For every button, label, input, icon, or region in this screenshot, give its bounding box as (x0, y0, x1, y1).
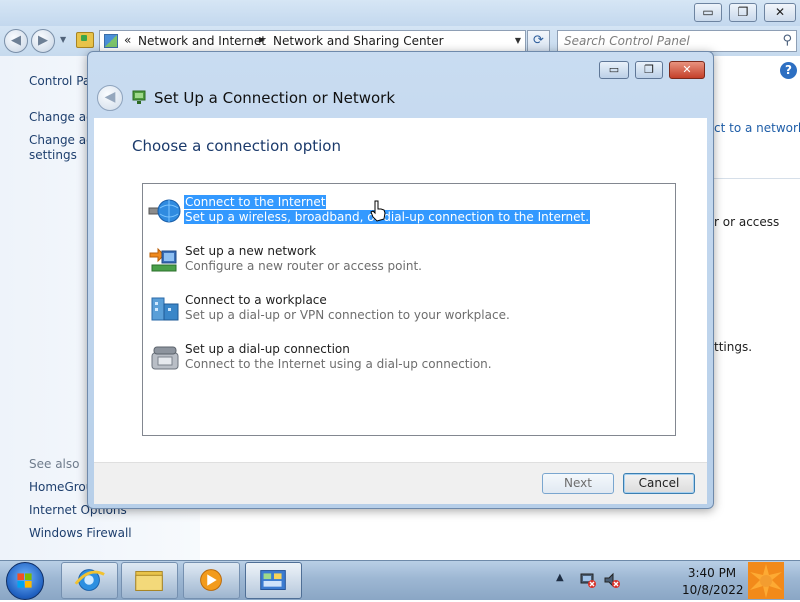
show-hidden-icons-icon[interactable]: ▲ (556, 572, 564, 583)
workplace-icon (151, 297, 179, 321)
search-placeholder: Search Control Panel (564, 34, 690, 48)
sidebar-item-change-adapter[interactable]: Change ad (29, 110, 94, 124)
dialog-maximize-button[interactable]: ❐ (635, 61, 663, 79)
option-description: Configure a new router or access point. (185, 259, 422, 273)
refresh-button[interactable]: ⟳ (527, 30, 550, 52)
dialog-footer: Next Cancel (94, 462, 707, 504)
dialog-heading: Choose a connection option (132, 137, 341, 155)
minimize-button[interactable]: ▭ (694, 3, 722, 22)
dialog-back-button[interactable]: ◀ (97, 85, 123, 111)
sidebar-item-change-advanced[interactable]: Change ad (29, 133, 94, 147)
taskbar-control-panel[interactable] (245, 562, 302, 599)
help-icon[interactable]: ? (780, 62, 797, 79)
sidebar-item-change-advanced-line2[interactable]: settings (29, 148, 77, 162)
option-new-network[interactable]: Set up a new network Configure a new rou… (147, 244, 667, 276)
router-icon (149, 247, 177, 272)
option-connect-internet[interactable]: Connect to the Internet Set up a wireles… (147, 195, 667, 227)
search-input[interactable]: Search Control Panel ⚲ (557, 30, 797, 52)
volume-muted-icon[interactable] (603, 571, 621, 589)
dialog-title: Set Up a Connection or Network (154, 89, 396, 107)
internet-explorer-icon (74, 569, 105, 591)
option-title: Set up a dial-up connection (185, 342, 350, 356)
setup-connection-dialog: ▭ ❐ ✕ ◀ Set Up a Connection or Network C… (87, 51, 714, 509)
control-panel-icon (104, 34, 118, 48)
divider (714, 178, 800, 179)
background-text-settings: ttings. (714, 340, 753, 354)
close-button[interactable]: ✕ (764, 3, 796, 22)
option-description: Set up a wireless, broadband, or dial-up… (184, 210, 591, 224)
dialog-minimize-button[interactable]: ▭ (599, 61, 629, 79)
taskbar-media-player[interactable] (183, 562, 240, 599)
next-button[interactable]: Next (542, 473, 614, 494)
breadcrumb-network-and-internet[interactable]: Network and Internet (138, 34, 266, 48)
address-bar[interactable]: « Network and Internet ▶ Network and Sha… (99, 30, 526, 52)
telephone-icon (151, 346, 179, 370)
recent-pages-dropdown-icon[interactable]: ▼ (60, 35, 66, 44)
dialog-close-button[interactable]: ✕ (669, 61, 705, 79)
network-icon[interactable] (579, 571, 597, 589)
sidebar-item-control-panel-home[interactable]: Control Pa (29, 74, 90, 88)
control-panel-icon (260, 570, 286, 590)
dialog-body: Choose a connection option Connect to th… (94, 118, 707, 462)
windows-logo-icon (17, 573, 32, 588)
taskbar-file-explorer[interactable] (121, 562, 178, 599)
restore-button[interactable]: ❐ (729, 3, 757, 22)
option-title: Connect to a workplace (185, 293, 327, 307)
sidebar-item-homegroup[interactable]: HomeGrou (29, 480, 93, 494)
address-dropdown-icon[interactable]: ▼ (515, 36, 521, 45)
search-icon[interactable]: ⚲ (782, 33, 792, 48)
hand-cursor-icon (370, 200, 386, 222)
option-title: Connect to the Internet (184, 195, 327, 209)
back-button[interactable]: ◀ (4, 29, 28, 53)
network-setup-icon (132, 90, 146, 104)
option-dialup[interactable]: Set up a dial-up connection Connect to t… (147, 342, 667, 374)
forward-button[interactable]: ▶ (31, 29, 55, 53)
media-player-icon (200, 569, 222, 591)
address-prefix[interactable]: « (124, 33, 131, 47)
file-explorer-icon (135, 571, 163, 591)
option-description: Set up a dial-up or VPN connection to yo… (185, 308, 510, 322)
globe-network-icon (148, 199, 181, 223)
user-avatar-flower-icon[interactable] (748, 562, 784, 599)
start-button[interactable] (6, 562, 44, 600)
option-workplace[interactable]: Connect to a workplace Set up a dial-up … (147, 293, 667, 325)
clock-date[interactable]: 10/8/2022 (682, 583, 744, 597)
up-folder-icon[interactable] (76, 32, 94, 48)
connection-options-list[interactable]: Connect to the Internet Set up a wireles… (142, 183, 676, 436)
option-title: Set up a new network (185, 244, 317, 258)
breadcrumb-network-sharing-center[interactable]: Network and Sharing Center (273, 34, 444, 48)
taskbar-internet-explorer[interactable] (61, 562, 118, 599)
cancel-button[interactable]: Cancel (623, 473, 695, 494)
background-text-or-access: r or access (714, 215, 780, 229)
breadcrumb-arrow-icon[interactable]: ▶ (259, 35, 265, 44)
window-titlebar: ▭ ❐ ✕ (0, 0, 800, 26)
clock-time[interactable]: 3:40 PM (682, 566, 742, 580)
sidebar-item-windows-firewall[interactable]: Windows Firewall (29, 526, 132, 540)
taskbar: ▲ 3:40 PM 10/8/2022 (0, 560, 800, 600)
see-also-heading: See also (29, 457, 80, 471)
connect-to-network-link[interactable]: ct to a network (714, 121, 800, 135)
option-description: Connect to the Internet using a dial-up … (185, 357, 492, 371)
